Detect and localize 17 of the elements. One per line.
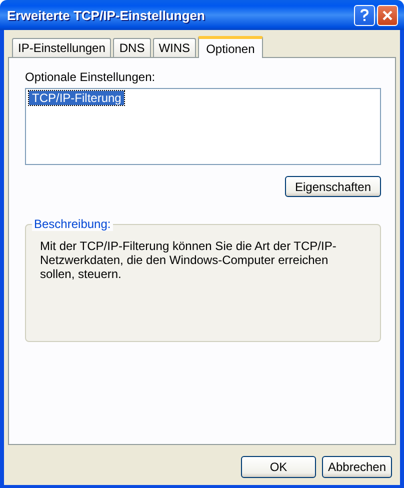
list-item[interactable]: TCP/IP-Filterung — [29, 91, 124, 105]
tab[interactable]: Optionen — [198, 36, 263, 58]
options-label: Optionale Einstellungen: — [25, 70, 156, 84]
options-listbox[interactable]: TCP/IP-Filterung — [25, 88, 381, 165]
cancel-button[interactable]: Abbrechen — [322, 456, 392, 478]
tab[interactable]: DNS — [113, 38, 151, 57]
help-button[interactable] — [354, 4, 375, 26]
properties-button[interactable]: Eigenschaften — [285, 176, 381, 197]
description-text: Mit der TCP/IP-Filterung können Sie die Art der TCP/IP-Netzwerkdaten, die den Windows-Computer erreichen sollen, steuern. — [40, 239, 338, 281]
window-title: Erweiterte TCP/IP-Einstellungen — [7, 8, 206, 22]
question-mark-icon — [360, 8, 369, 22]
close-icon — [382, 10, 393, 20]
description-title: Beschreibung: — [32, 217, 113, 231]
tab[interactable]: IP-Einstellungen — [12, 38, 112, 57]
ok-button[interactable]: OK — [241, 456, 316, 478]
close-button[interactable] — [377, 4, 398, 26]
tab[interactable]: WINS — [152, 38, 196, 57]
